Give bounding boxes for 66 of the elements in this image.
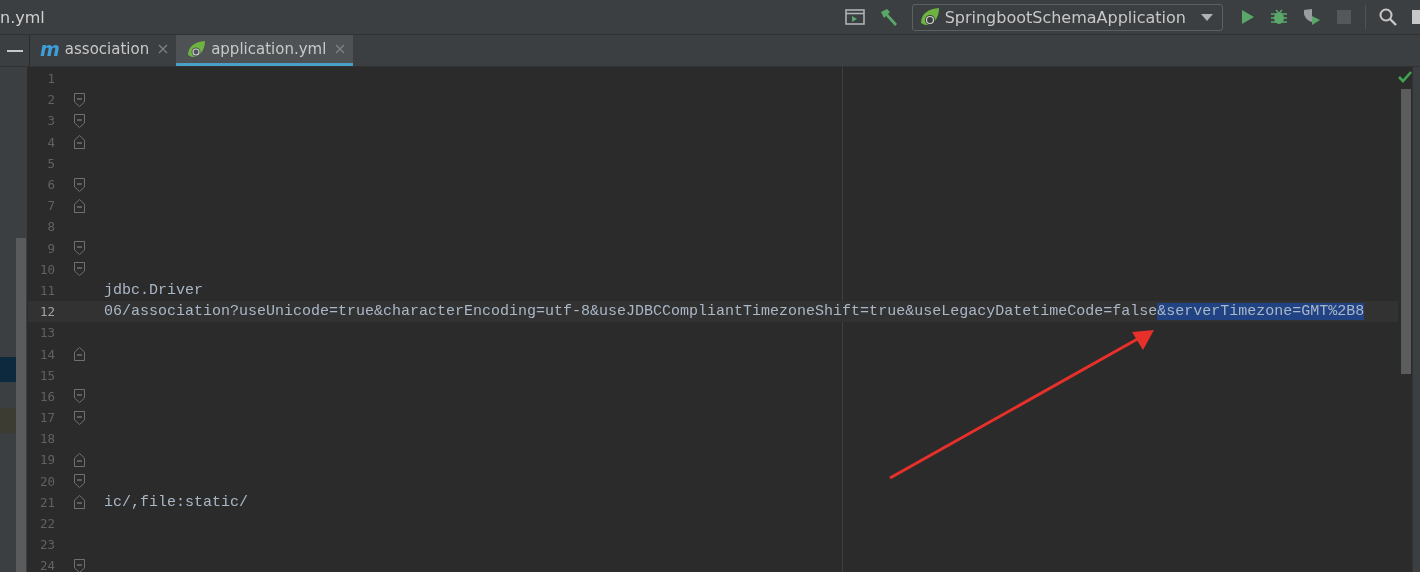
line-number: 15: [38, 367, 55, 383]
line-number: 20: [38, 473, 55, 489]
window-title: n.yml: [0, 7, 45, 27]
line-number: 18: [38, 431, 55, 447]
check-icon: [1398, 71, 1412, 83]
fold-start-icon[interactable]: [74, 241, 85, 256]
line-number: 16: [38, 388, 55, 404]
highlighted-item-marker: [0, 408, 16, 433]
selected-code-text: &serverTimezone=GMT%2B8: [1157, 303, 1365, 321]
editor-tab[interactable]: application.yml: [176, 35, 354, 66]
run-configuration-dropdown[interactable]: SpringbootSchemaApplication: [911, 3, 1223, 31]
line-number: 4: [46, 134, 55, 150]
line-number: 12: [38, 304, 55, 320]
run-window-icon[interactable]: [844, 9, 865, 25]
file-icon[interactable]: [1412, 9, 1420, 25]
fold-end-icon[interactable]: [74, 347, 85, 362]
line-number: 14: [38, 346, 55, 362]
line-number: 23: [38, 537, 55, 553]
line-number: 2: [46, 92, 55, 108]
shield-run-icon[interactable]: [1302, 8, 1322, 26]
fold-end-icon[interactable]: [74, 452, 85, 467]
editor-tab[interactable]: m association: [30, 35, 177, 66]
line-number: 10: [38, 261, 55, 277]
fold-end-icon[interactable]: [74, 198, 85, 213]
close-icon[interactable]: [158, 44, 169, 54]
bug-icon[interactable]: [1270, 8, 1288, 26]
line-number: 19: [38, 452, 55, 468]
line-number: 3: [46, 113, 55, 129]
play-icon[interactable]: [1240, 8, 1256, 26]
line-number: 8: [46, 219, 55, 235]
fold-end-icon[interactable]: [74, 495, 85, 510]
line-number: 13: [38, 325, 55, 341]
scrollbar[interactable]: [1401, 89, 1411, 374]
line-number: 17: [38, 410, 55, 426]
fold-start-icon[interactable]: [74, 389, 85, 404]
fold-start-icon[interactable]: [74, 113, 85, 128]
line-number: 7: [46, 198, 55, 214]
spring-file-icon: [186, 40, 207, 58]
code-text: ic/,file:static/: [104, 493, 249, 511]
code-text: 06/association?useUnicode=true&characterEncoding=utf-8&useJDBCCompliantTimezoneShift=true&useLegacyDatetimeCode=false: [104, 303, 1158, 321]
hammer-icon[interactable]: [878, 8, 899, 26]
line-number: 1: [46, 71, 55, 87]
line-number: 5: [46, 155, 55, 171]
fold-start-icon[interactable]: [74, 410, 85, 425]
line-number: 11: [38, 282, 55, 298]
code-text: jdbc.Driver: [104, 281, 204, 299]
close-icon[interactable]: [335, 44, 346, 54]
fold-start-icon[interactable]: [74, 474, 85, 489]
line-number: 21: [38, 494, 55, 510]
line-number: 24: [38, 558, 55, 572]
fold-end-icon[interactable]: [74, 135, 85, 150]
fold-start-icon[interactable]: [74, 558, 85, 572]
line-number: 9: [46, 240, 55, 256]
module-icon: m: [40, 39, 60, 59]
line-number: 22: [38, 516, 55, 532]
fold-start-icon[interactable]: [74, 92, 85, 107]
fold-start-icon[interactable]: [74, 177, 85, 192]
caret-icon: [1200, 12, 1214, 22]
selected-item-marker: [0, 357, 16, 382]
fold-start-icon[interactable]: [74, 262, 85, 277]
scrollbar[interactable]: [16, 238, 26, 572]
tab-label: association: [64, 40, 150, 58]
line-number: 6: [46, 177, 55, 193]
search-icon[interactable]: [1379, 8, 1397, 26]
spring-leaf-icon: [918, 7, 941, 27]
tab-label: application.yml: [211, 40, 327, 58]
